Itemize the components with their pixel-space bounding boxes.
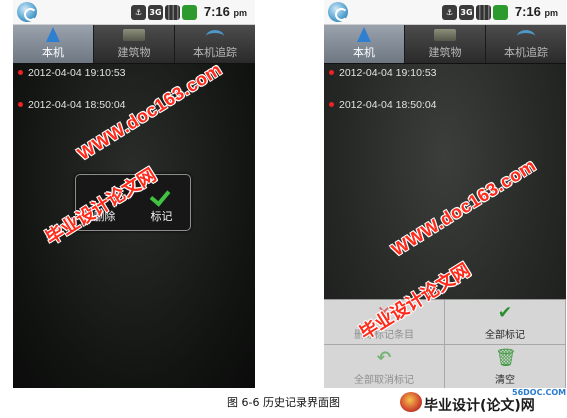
unmark-all-button[interactable]: ↶ 全部取消标记 [324, 345, 445, 388]
tab-device-tracking[interactable]: 本机追踪 [175, 25, 255, 63]
tab-buildings[interactable]: 建筑物 [405, 25, 486, 63]
site-logo: 毕业设计(论文)网 56DOC.COM [400, 388, 567, 414]
navigation-arrow-icon [357, 27, 371, 42]
record-dot-icon [18, 70, 23, 75]
navigation-arrow-icon [46, 27, 60, 42]
tab-bar: 本机 建筑物 本机追踪 [13, 25, 255, 64]
tab-label: 本机 [42, 46, 64, 59]
list-item[interactable]: 2012-04-04 19:10:53 [324, 64, 566, 96]
clear-label: 清空 [495, 375, 515, 386]
mark-all-button[interactable]: ✔ 全部标记 [445, 300, 566, 345]
tab-label: 本机追踪 [193, 46, 237, 59]
usb-icon: ⚓ [131, 4, 146, 20]
site-logo-text: 毕业设计(论文)网 [424, 398, 535, 414]
trash-icon: 🗑 [495, 348, 517, 368]
delete-button[interactable]: 删除 [76, 175, 133, 230]
context-popup: 删除 标记 [75, 174, 191, 231]
delete-marked-button[interactable]: ✕ 删除标记条目 [324, 300, 445, 345]
status-time: 7:16 pm [514, 4, 558, 19]
phone-screen-left: ⚓ 3G 7:16 pm 本机 建筑物 本机追踪 2012-04-04 19:1… [13, 0, 255, 388]
building-icon [434, 29, 456, 41]
unmark-all-label: 全部取消标记 [354, 375, 414, 386]
tab-label: 本机 [353, 46, 375, 59]
mark-button[interactable]: 标记 [133, 175, 190, 230]
tab-device-tracking[interactable]: 本机追踪 [486, 25, 566, 63]
tab-bar: 本机 建筑物 本机追踪 [324, 25, 566, 64]
list-item[interactable]: 2012-04-04 18:50:04 [13, 96, 255, 128]
site-logo-url: 56DOC.COM [512, 388, 567, 397]
checkmark-icon [149, 185, 171, 207]
battery-icon [493, 4, 508, 20]
status-bar: ⚓ 3G 7:16 pm [324, 0, 566, 25]
mark-label: 标记 [150, 210, 173, 223]
tab-buildings[interactable]: 建筑物 [94, 25, 175, 63]
double-check-icon: ✔ [497, 303, 513, 323]
mark-all-label: 全部标记 [485, 330, 525, 341]
network-type-icon: 3G [459, 4, 474, 20]
record-timestamp: 2012-04-04 19:10:53 [339, 67, 437, 79]
battery-icon [182, 4, 197, 20]
status-bar: ⚓ 3G 7:16 pm [13, 0, 255, 25]
track-icon [517, 30, 535, 43]
building-icon [123, 29, 145, 41]
history-list: 2012-04-04 19:10:53 2012-04-04 18:50:04 [13, 64, 255, 128]
undo-icon: ↶ [376, 348, 392, 368]
tab-this-device[interactable]: 本机 [324, 25, 405, 63]
record-timestamp: 2012-04-04 19:10:53 [28, 67, 126, 79]
signal-icon [165, 4, 180, 20]
record-timestamp: 2012-04-04 18:50:04 [28, 99, 126, 111]
status-icons: ⚓ 3G [131, 4, 197, 20]
app-logo-icon [17, 2, 37, 22]
tab-label: 建筑物 [117, 46, 151, 59]
app-logo-icon [328, 2, 348, 22]
history-list: 2012-04-04 19:10:53 2012-04-04 18:50:04 [324, 64, 566, 128]
record-dot-icon [329, 102, 334, 107]
record-timestamp: 2012-04-04 18:50:04 [339, 99, 437, 111]
record-dot-icon [18, 102, 23, 107]
status-icons: ⚓ 3G [442, 4, 508, 20]
tab-label: 建筑物 [428, 46, 462, 59]
list-item[interactable]: 2012-04-04 18:50:04 [324, 96, 566, 128]
signal-icon [476, 4, 491, 20]
options-menu: ✕ 删除标记条目 ✔ 全部标记 ↶ 全部取消标记 🗑 清空 [324, 299, 566, 388]
usb-icon: ⚓ [442, 4, 457, 20]
delete-marked-label: 删除标记条目 [354, 330, 414, 341]
clear-button[interactable]: 🗑 清空 [445, 345, 566, 388]
track-icon [206, 30, 224, 43]
list-item[interactable]: 2012-04-04 19:10:53 [13, 64, 255, 96]
record-dot-icon [329, 70, 334, 75]
tab-this-device[interactable]: 本机 [13, 25, 94, 63]
network-type-icon: 3G [148, 4, 163, 20]
status-time: 7:16 pm [203, 4, 247, 19]
site-emblem-icon [400, 392, 422, 412]
delete-label: 删除 [93, 210, 116, 223]
phone-screen-right: ⚓ 3G 7:16 pm 本机 建筑物 本机追踪 2012-04-04 19:1… [324, 0, 566, 388]
delete-x-icon: ✕ [376, 303, 392, 323]
tab-label: 本机追踪 [504, 46, 548, 59]
